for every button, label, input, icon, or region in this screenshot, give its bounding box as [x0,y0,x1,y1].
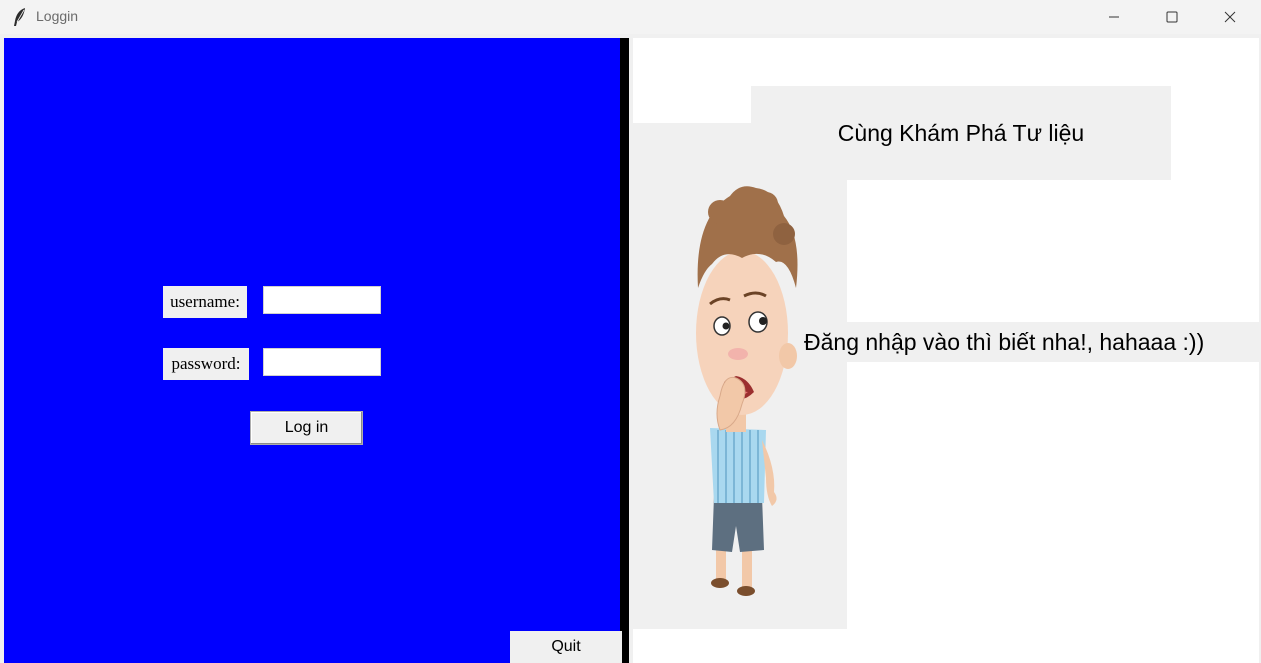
welcome-message: Đăng nhập vào thì biết nha!, hahaaa :)) [804,322,1261,362]
minimize-icon [1109,16,1119,18]
minimize-button[interactable] [1085,0,1143,34]
username-input[interactable] [263,286,381,314]
login-window: Loggin username: password: Log in Quit C… [0,0,1261,663]
thinking-boy-illustration [696,186,798,596]
welcome-heading: Cùng Khám Phá Tư liệu [751,86,1171,180]
password-input[interactable] [263,348,381,376]
username-label: username: [163,286,247,318]
close-button[interactable] [1201,0,1259,34]
feather-icon [14,8,25,26]
maximize-icon [1166,11,1178,23]
title-bar[interactable]: Loggin [0,0,1261,34]
password-label: password: [163,348,249,380]
login-button[interactable]: Log in [250,411,363,445]
close-icon [1224,11,1236,23]
maximize-button[interactable] [1143,0,1201,34]
panel-divider [620,38,629,663]
window-title: Loggin [36,8,79,24]
quit-button[interactable]: Quit [510,631,622,663]
